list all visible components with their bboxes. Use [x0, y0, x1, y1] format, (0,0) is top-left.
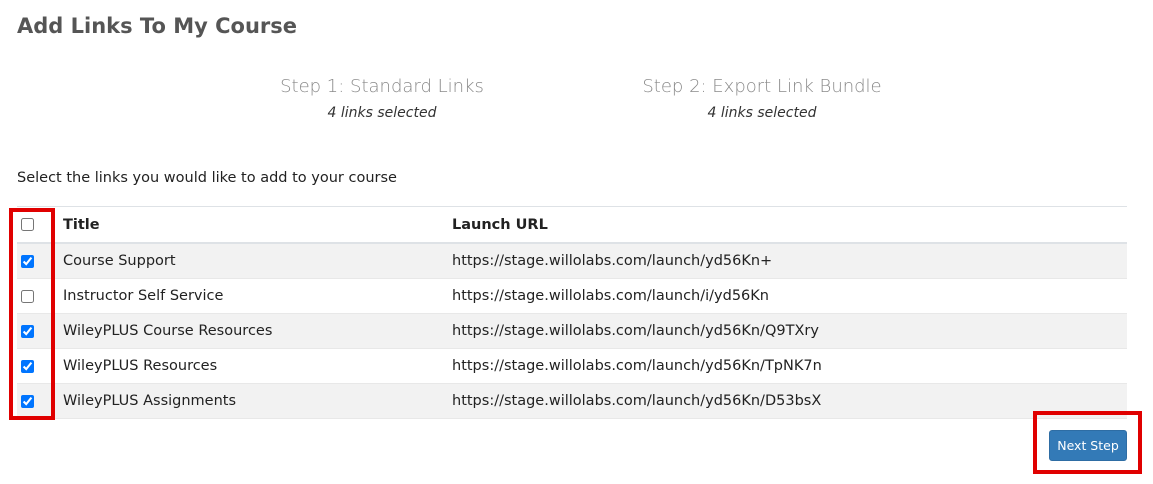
table-row: Instructor Self Service https://stage.wi… — [17, 279, 1127, 314]
table-row: WileyPLUS Resources https://stage.willol… — [17, 349, 1127, 384]
launch-url-column-header: Launch URL — [452, 206, 1127, 244]
step-name: Step 2: Export Link Bundle — [642, 76, 882, 97]
link-title: WileyPLUS Assignments — [63, 393, 237, 409]
link-title: WileyPLUS Course Resources — [63, 323, 273, 339]
row-check-cell — [17, 243, 63, 279]
step-name: Step 1: Standard Links — [280, 76, 484, 97]
row-check-cell — [17, 314, 63, 349]
row-check-cell — [17, 384, 63, 419]
table-row: WileyPLUS Course Resources https://stage… — [17, 313, 1127, 349]
step-export-link-bundle: Step 2: Export Link Bundle 4 links selec… — [612, 74, 912, 121]
row-checkbox[interactable] — [21, 394, 34, 408]
table-row: Course Support https://stage.willolabs.c… — [17, 243, 1127, 279]
row-checkbox[interactable] — [21, 359, 34, 373]
row-checkbox[interactable] — [21, 324, 34, 338]
step-standard-links: Step 1: Standard Links 4 links selected — [232, 74, 532, 121]
select-all-cell — [17, 206, 63, 244]
link-url: https://stage.willolabs.com/launch/yd56K… — [452, 393, 822, 409]
link-title: Instructor Self Service — [63, 288, 224, 304]
table-header-row: Title Launch URL — [17, 206, 1127, 244]
step-status: 4 links selected — [707, 105, 817, 121]
next-step-button[interactable]: Next Step — [1049, 430, 1127, 461]
row-checkbox[interactable] — [21, 289, 34, 303]
page-title: Add Links To My Course — [17, 14, 297, 38]
title-column-header: Title — [63, 206, 452, 244]
link-url: https://stage.willolabs.com/launch/yd56K… — [452, 323, 819, 339]
link-title: WileyPLUS Resources — [63, 358, 218, 374]
row-check-cell — [17, 279, 63, 314]
link-url: https://stage.willolabs.com/launch/i/yd5… — [452, 288, 769, 304]
link-url: https://stage.willolabs.com/launch/yd56K… — [452, 253, 773, 269]
links-table: Title Launch URL Course Support https://… — [17, 206, 1127, 419]
step-status: 4 links selected — [327, 105, 437, 121]
row-check-cell — [17, 349, 63, 384]
table-row: WileyPLUS Assignments https://stage.will… — [17, 383, 1127, 419]
link-title: Course Support — [63, 253, 176, 269]
instructions-text: Select the links you would like to add t… — [17, 170, 397, 186]
select-all-checkbox[interactable] — [21, 218, 34, 231]
link-url: https://stage.willolabs.com/launch/yd56K… — [452, 358, 822, 374]
row-checkbox[interactable] — [21, 254, 34, 268]
